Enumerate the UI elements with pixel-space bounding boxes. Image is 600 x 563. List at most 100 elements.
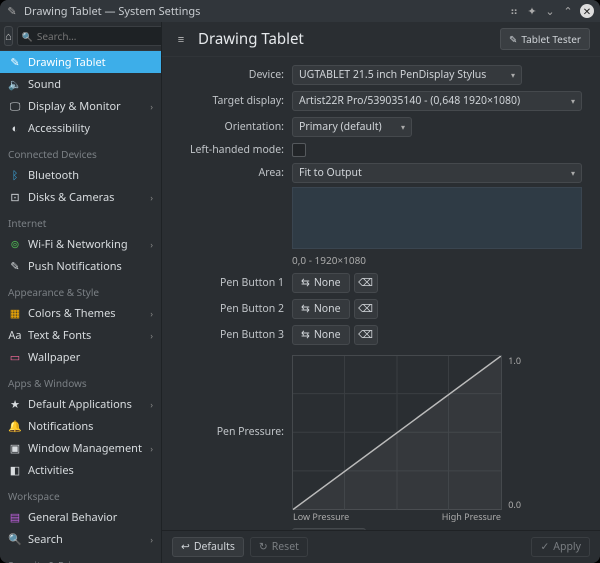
sidebar-item-default-apps[interactable]: ★ Default Applications › — [0, 393, 161, 415]
sidebar-item-window-mgmt[interactable]: ▣Window Management› — [0, 437, 161, 459]
sidebar-item-drawing-tablet[interactable]: ✎ Drawing Tablet — [0, 51, 161, 73]
clear-icon: ⌫ — [358, 302, 373, 316]
notifications-icon: 🔔 — [8, 419, 22, 433]
window-mgmt-icon: ▣ — [8, 441, 22, 455]
left-handed-checkbox[interactable] — [292, 143, 306, 157]
sidebar-item-label: Sound — [28, 77, 61, 92]
minimize-icon[interactable]: ⌄ — [544, 5, 556, 17]
sidebar-item-label: Text & Fonts — [28, 328, 91, 343]
sidebar-item-activities[interactable]: ◧ Activities — [0, 459, 161, 481]
sidebar-category: Internet — [0, 208, 161, 233]
chevron-right-icon: › — [150, 100, 153, 113]
sound-icon: 🔈 — [8, 77, 22, 91]
sidebar-item-label: Wallpaper — [28, 350, 80, 365]
sidebar-item-label: Activities — [28, 463, 74, 478]
wallpaper-icon: ▭ — [8, 350, 22, 364]
label: Left-handed mode: — [166, 143, 292, 157]
pen-button-1-binding[interactable]: ⇆None — [292, 273, 350, 293]
label: Pen Button 1 — [166, 276, 292, 290]
chevron-down-icon: ▾ — [401, 122, 405, 133]
defaults-icon: ↩ — [181, 540, 190, 554]
sidebar-item-accessibility[interactable]: ◐ Accessibility — [0, 117, 161, 139]
sidebar-item-search[interactable]: 🔍Search› — [0, 528, 161, 550]
sidebar: ⌂ 🔍 ✎ Drawing Tablet 🔈 Sound 🖵 Display & Moni… — [0, 22, 162, 563]
label: Device: — [166, 68, 292, 82]
sidebar-item-general[interactable]: ▤ General Behavior — [0, 506, 161, 528]
sidebar-item-wallpaper[interactable]: ▭ Wallpaper — [0, 346, 161, 368]
sidebar-item-text[interactable]: AaText & Fonts› — [0, 324, 161, 346]
sidebar-item-label: Notifications — [28, 419, 93, 434]
titlebar: ✎ Drawing Tablet — System Settings ⠶ ✦ ⌄… — [0, 0, 600, 22]
close-icon[interactable]: ✕ — [580, 4, 594, 18]
drawing-tablet-icon: ✎ — [8, 55, 22, 69]
pen-button-2-binding[interactable]: ⇆None — [292, 299, 350, 319]
reset-button: ↻Reset — [250, 537, 308, 557]
label: Area: — [166, 163, 292, 180]
bluetooth-icon: ᛒ — [8, 168, 22, 182]
label: Pen Button 3 — [166, 328, 292, 342]
label: Pen Pressure: — [166, 355, 292, 439]
sidebar-item-push[interactable]: ✎Push Notifications — [0, 255, 161, 277]
maximize-icon[interactable]: ⌃ — [562, 5, 574, 17]
app-icon: ✎ — [6, 5, 18, 17]
chevron-right-icon: › — [150, 191, 153, 204]
spark-icon[interactable]: ✦ — [526, 5, 538, 17]
chevron-down-icon: ▾ — [571, 168, 575, 179]
chevron-right-icon: › — [150, 398, 153, 411]
pressure-curve[interactable]: 1.0 0.0 Low Pressure High Pressure — [292, 355, 502, 510]
area-preview[interactable] — [292, 187, 582, 249]
device-select[interactable]: UGTABLET 21.5 inch PenDisplay Stylus▾ — [292, 65, 522, 85]
sidebar-category: Workspace — [0, 481, 161, 506]
default-apps-icon: ★ — [8, 397, 22, 411]
swap-icon: ⇆ — [301, 302, 310, 316]
pen-button-1-clear[interactable]: ⌫ — [354, 273, 378, 293]
pen-button-3-binding[interactable]: ⇆None — [292, 325, 350, 345]
accessibility-icon: ◐ — [8, 121, 22, 135]
hamburger-icon[interactable]: ≡ — [172, 30, 190, 48]
sidebar-item-label: General Behavior — [28, 510, 117, 525]
sidebar-category: Security & Privacy — [0, 550, 161, 563]
target-display-select[interactable]: Artist22R Pro/539035140 - (0,648 1920×10… — [292, 91, 582, 111]
sidebar-category: Connected Devices — [0, 139, 161, 164]
pin-icon[interactable]: ⠶ — [508, 5, 520, 17]
label: Pen Button 2 — [166, 302, 292, 316]
label: Target display: — [166, 94, 292, 108]
swap-icon: ⇆ — [301, 276, 310, 290]
search-icon: 🔍 — [22, 30, 33, 43]
sidebar-item-label: Search — [28, 532, 63, 547]
activities-icon: ◧ — [8, 463, 22, 477]
sidebar-category: Appearance & Style — [0, 277, 161, 302]
search-field[interactable]: 🔍 — [17, 26, 162, 46]
sidebar-item-wifi[interactable]: ⊚Wi-Fi & Networking› — [0, 233, 161, 255]
tablet-tester-button[interactable]: ✎ Tablet Tester — [500, 28, 590, 50]
home-button[interactable]: ⌂ — [4, 26, 13, 46]
sidebar-item-sound[interactable]: 🔈 Sound — [0, 73, 161, 95]
sidebar-item-label: Display & Monitor — [28, 99, 121, 114]
pen-icon: ✎ — [509, 32, 517, 46]
sidebar-item-display[interactable]: 🖵 Display & Monitor › — [0, 95, 161, 117]
search-icon: 🔍 — [8, 532, 22, 546]
chevron-right-icon: › — [150, 442, 153, 455]
sidebar-item-label: Accessibility — [28, 121, 90, 136]
sidebar-item-disks[interactable]: ⊡Disks & Cameras› — [0, 186, 161, 208]
text-icon: Aa — [8, 328, 22, 342]
sidebar-item-notifications[interactable]: 🔔 Notifications — [0, 415, 161, 437]
pen-button-2-clear[interactable]: ⌫ — [354, 299, 378, 319]
sidebar-item-colors[interactable]: ▦Colors & Themes› — [0, 302, 161, 324]
chevron-right-icon: › — [150, 307, 153, 320]
pen-button-3-clear[interactable]: ⌫ — [354, 325, 378, 345]
orientation-select[interactable]: Primary (default)▾ — [292, 117, 412, 137]
general-icon: ▤ — [8, 510, 22, 524]
chevron-down-icon: ▾ — [511, 70, 515, 81]
sidebar-category: Apps & Windows — [0, 368, 161, 393]
defaults-button[interactable]: ↩Defaults — [172, 537, 244, 557]
sidebar-item-label: Drawing Tablet — [28, 55, 106, 70]
display-icon: 🖵 — [8, 99, 22, 113]
sidebar-item-label: Default Applications — [28, 397, 132, 412]
sidebar-item-bluetooth[interactable]: ᛒBluetooth — [0, 164, 161, 186]
disks-icon: ⊡ — [8, 190, 22, 204]
search-input[interactable] — [37, 29, 162, 43]
apply-button: ✓Apply — [531, 537, 590, 557]
area-select[interactable]: Fit to Output▾ — [292, 163, 582, 183]
sidebar-item-label: Colors & Themes — [28, 306, 116, 321]
